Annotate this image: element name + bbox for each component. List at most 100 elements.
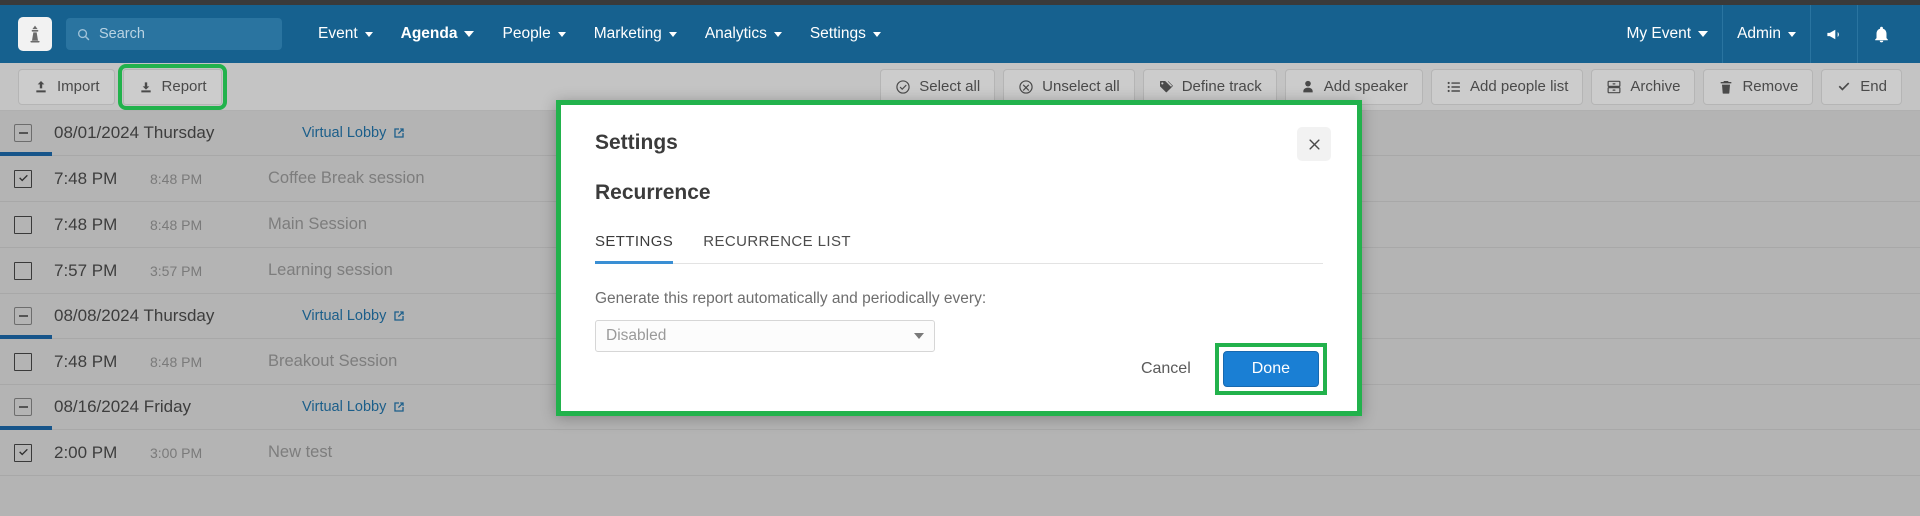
import-label: Import (57, 78, 100, 95)
admin-menu[interactable]: Admin (1723, 19, 1810, 49)
chevron-down-icon (464, 31, 475, 37)
my-event-menu[interactable]: My Event (1612, 19, 1722, 49)
x-circle-icon (1019, 79, 1033, 94)
search-input[interactable] (99, 26, 272, 42)
chevron-down-icon (364, 31, 373, 37)
day-date-label: 08/01/2024 Thursday (54, 123, 215, 142)
archive-label: Archive (1630, 78, 1681, 95)
agenda-session-row[interactable]: 2:00 PM 3:00 PM New test (0, 430, 1920, 476)
day-date-label: 08/08/2024 Thursday (54, 306, 215, 325)
modal-close-button[interactable] (1297, 127, 1331, 161)
tab-settings[interactable]: SETTINGS (595, 233, 674, 264)
nav-item-analytics[interactable]: Analytics (691, 19, 796, 49)
unselect-all-label: Unselect all (1042, 78, 1120, 95)
search-box[interactable] (66, 18, 282, 50)
archive-button[interactable]: Archive (1591, 68, 1696, 105)
session-name: Coffee Break session (268, 169, 425, 187)
define-track-label: Define track (1181, 78, 1262, 95)
person-icon (1303, 80, 1313, 92)
nav-item-event[interactable]: Event (304, 19, 387, 49)
done-button-highlight: Done (1214, 343, 1328, 395)
report-label: Report (161, 78, 207, 95)
modal-title: Settings (595, 131, 678, 154)
main-nav: Event Agenda People Marketing Analytics … (304, 19, 895, 49)
virtual-lobby-label: Virtual Lobby (302, 308, 387, 324)
nav-item-label: Marketing (593, 25, 662, 42)
session-start-time: 7:48 PM (54, 168, 118, 188)
app-root: Event Agenda People Marketing Analytics … (0, 0, 1920, 516)
list-icon (1447, 81, 1460, 92)
session-name: Main Session (268, 215, 368, 233)
row-checkbox[interactable] (14, 443, 32, 462)
session-end-time: 8:48 PM (150, 170, 203, 187)
virtual-lobby-link[interactable]: Virtual Lobby (302, 399, 406, 415)
chevron-down-icon (1698, 31, 1709, 37)
modal-tabs: SETTINGS RECURRENCE LIST (595, 233, 1323, 264)
nav-right-group: My Event Admin (1612, 5, 1904, 63)
day-date-label: 08/16/2024 Friday (54, 397, 192, 416)
modal-inner: Settings Recurrence SETTINGS RECURRENCE … (561, 105, 1357, 411)
modal-subtitle: Recurrence (595, 181, 711, 204)
nav-item-marketing[interactable]: Marketing (580, 19, 691, 49)
app-logo[interactable] (18, 17, 52, 51)
chevron-down-icon (668, 31, 677, 37)
session-end-time: 8:48 PM (150, 353, 203, 370)
check-icon (18, 174, 28, 182)
session-name: Learning session (268, 261, 393, 279)
chevron-down-icon (773, 31, 782, 37)
end-button[interactable]: End (1821, 68, 1902, 105)
recurrence-field-label: Generate this report automatically and p… (595, 290, 987, 307)
remove-button[interactable]: Remove (1703, 68, 1814, 105)
nav-item-label: People (502, 25, 551, 42)
session-end-time: 8:48 PM (150, 216, 203, 233)
collapse-minus-icon[interactable] (14, 398, 32, 416)
podium-logo-icon (30, 25, 40, 43)
nav-item-label: Agenda (400, 25, 458, 42)
collapse-minus-icon[interactable] (14, 307, 32, 325)
select-all-label: Select all (919, 78, 981, 95)
nav-item-label: Event (318, 25, 358, 42)
session-end-time: 3:00 PM (150, 444, 203, 461)
session-name: New test (268, 443, 333, 461)
my-event-label: My Event (1626, 25, 1692, 42)
import-button[interactable]: Import (18, 68, 115, 105)
nav-item-settings[interactable]: Settings (796, 19, 895, 49)
row-checkbox[interactable] (14, 169, 32, 188)
chevron-down-icon (557, 31, 566, 37)
external-link-icon (394, 402, 405, 412)
recurrence-select[interactable]: Disabled (595, 320, 935, 352)
megaphone-icon (1826, 29, 1839, 39)
external-link-icon (394, 311, 405, 321)
row-checkbox[interactable] (14, 215, 32, 234)
row-checkbox[interactable] (14, 261, 32, 280)
top-navbar: Event Agenda People Marketing Analytics … (0, 5, 1920, 63)
announcements-button[interactable] (1811, 5, 1857, 63)
chevron-down-icon (914, 333, 924, 339)
bell-icon (1874, 26, 1888, 42)
add-people-list-button[interactable]: Add people list (1431, 68, 1584, 105)
virtual-lobby-link[interactable]: Virtual Lobby (302, 125, 406, 141)
toolbar-left-group: Import Report (18, 63, 227, 110)
session-start-time: 7:48 PM (54, 351, 118, 371)
notifications-button[interactable] (1858, 5, 1904, 63)
nav-item-label: Settings (809, 25, 866, 42)
add-speaker-label: Add speaker (1323, 78, 1408, 95)
cancel-button[interactable]: Cancel (1137, 354, 1195, 384)
report-button[interactable]: Report (117, 63, 227, 110)
nav-item-agenda[interactable]: Agenda (387, 19, 489, 49)
admin-label: Admin (1737, 25, 1781, 42)
virtual-lobby-label: Virtual Lobby (302, 125, 387, 141)
virtual-lobby-link[interactable]: Virtual Lobby (302, 308, 406, 324)
collapse-minus-icon[interactable] (14, 124, 32, 142)
done-button[interactable]: Done (1222, 351, 1319, 387)
nav-item-people[interactable]: People (488, 19, 579, 49)
session-start-time: 7:57 PM (54, 260, 118, 280)
check-icon (18, 448, 28, 456)
row-checkbox[interactable] (14, 352, 32, 371)
search-icon (78, 28, 90, 40)
trash-icon (1721, 80, 1732, 94)
download-icon (140, 81, 151, 92)
tab-recurrence-list[interactable]: RECURRENCE LIST (703, 233, 851, 264)
external-link-icon (394, 128, 405, 138)
virtual-lobby-label: Virtual Lobby (302, 399, 387, 415)
